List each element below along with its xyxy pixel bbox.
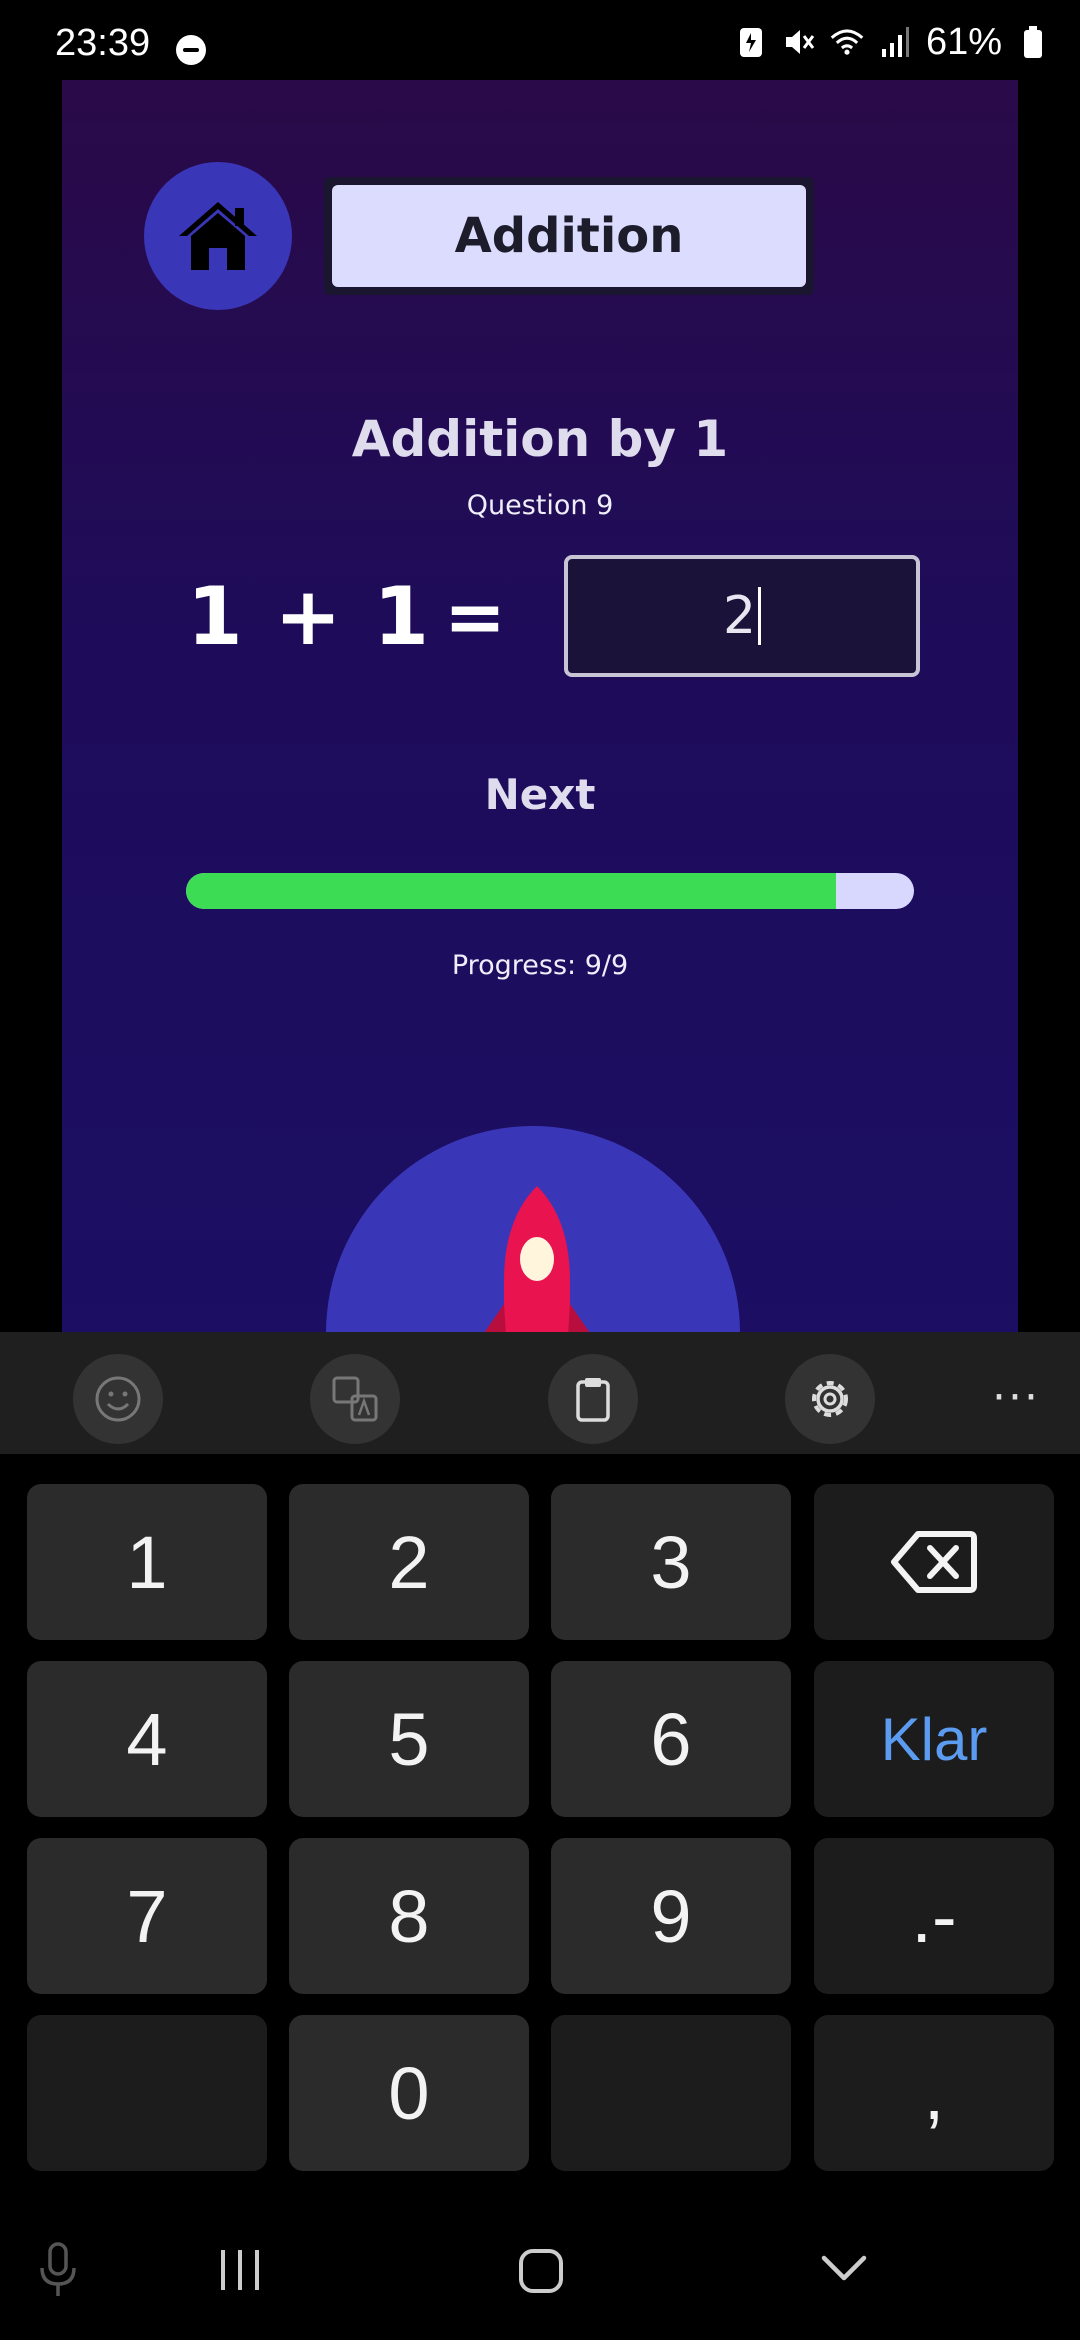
key-6[interactable]: 6 [551,1661,791,1817]
translate-button[interactable] [310,1354,400,1444]
text-caret [758,587,762,645]
status-icons: 61% [734,20,1050,63]
backspace-icon [891,1531,977,1593]
clipboard-icon [576,1378,610,1422]
wifi-icon [830,25,864,59]
next-button[interactable]: Next [62,770,1018,819]
progress-label: Progress: 9/9 [451,950,629,981]
key-3[interactable]: 3 [551,1484,791,1640]
key-blank-right [551,2015,791,2171]
home-nav-icon[interactable] [518,2248,564,2294]
keyboard-toolbar: ··· [0,1332,1080,1454]
key-dot-minus[interactable]: .- [814,1838,1054,1994]
signal-icon [878,25,912,59]
clipboard-button[interactable] [548,1354,638,1444]
progress-bar-fill [186,873,837,909]
key-0[interactable]: 0 [289,2015,529,2171]
recent-apps-icon[interactable] [218,2248,262,2292]
translate-icon [332,1376,378,1422]
home-icon [179,202,257,270]
home-button[interactable] [144,162,292,310]
key-2[interactable]: 2 [289,1484,529,1640]
category-title-frame: Addition [324,177,814,295]
numeric-keyboard: 1 2 3 4 5 6 Klar 7 8 9 .- 0 , [0,1454,1080,2182]
hide-keyboard-icon[interactable] [820,2254,868,2284]
microphone-icon[interactable] [38,2242,78,2298]
status-time: 23:39 [55,22,151,64]
backspace-key[interactable] [814,1484,1054,1640]
battery-saver-icon [734,25,768,59]
settings-icon [812,1381,848,1417]
key-7[interactable]: 7 [27,1838,267,1994]
equation: 1 + 1 [187,570,432,663]
emoji-button[interactable] [73,1354,163,1444]
battery-percentage: 61% [925,20,1002,63]
lesson-title: Addition by 1 [351,410,729,468]
equals-sign: = [444,574,507,660]
key-comma[interactable]: , [814,2015,1054,2171]
key-5[interactable]: 5 [289,1661,529,1817]
progress-bar [186,873,914,909]
mute-icon [782,25,816,59]
answer-input[interactable]: 2 [564,555,920,677]
rocket-icon [484,1186,590,1332]
battery-icon [1016,25,1050,59]
key-4[interactable]: 4 [27,1661,267,1817]
game-screen: Addition Addition by 1 Question 9 1 + 1 … [62,80,1018,1332]
done-key[interactable]: Klar [814,1661,1054,1817]
more-icon[interactable]: ··· [992,1372,1040,1423]
emoji-icon [95,1376,141,1422]
key-1[interactable]: 1 [27,1484,267,1640]
settings-button[interactable] [785,1354,875,1444]
category-title: Addition [332,185,806,287]
navigation-bar [0,2182,1080,2340]
key-8[interactable]: 8 [289,1838,529,1994]
status-bar: 23:39 61% [0,0,1080,80]
key-blank-left [27,2015,267,2171]
key-9[interactable]: 9 [551,1838,791,1994]
question-number: Question 9 [466,490,614,521]
do-not-disturb-icon [176,35,206,65]
answer-value: 2 [722,586,757,646]
